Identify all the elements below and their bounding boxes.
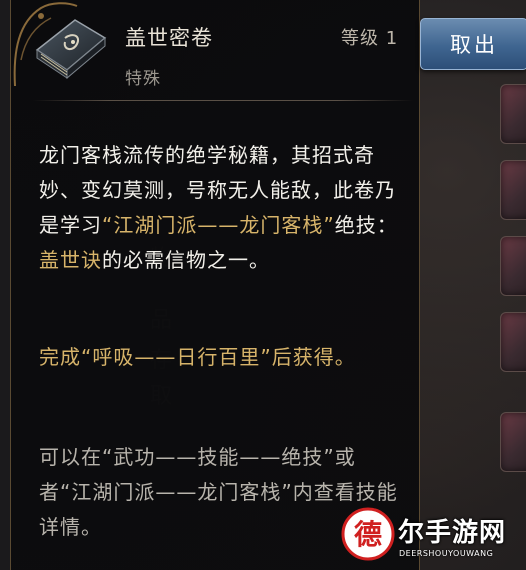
- item-category: 特殊: [125, 69, 161, 89]
- watermark-subtext: DEERSHOUYOUWANG: [399, 549, 494, 558]
- inventory-slot[interactable]: [500, 312, 526, 372]
- desc-highlight-sect: “江湖门派——龙门客栈”: [102, 213, 335, 237]
- item-source: 完成“呼吸——日行百里”后获得。: [39, 345, 356, 369]
- watermark-text: 尔手游网: [398, 518, 507, 548]
- inventory-slot[interactable]: [500, 236, 526, 296]
- inventory-slot[interactable]: [500, 160, 526, 220]
- desc-highlight-skill: 盖世诀: [39, 248, 102, 272]
- desc-text: 绝技：: [334, 213, 398, 237]
- divider: [33, 100, 413, 101]
- item-description: 龙门客栈流传的绝学秘籍，其招式奇妙、变幻莫测，号称无人能敌，此卷乃是学习“江湖门…: [39, 138, 401, 278]
- desc-text: 的必需信物之一。: [102, 248, 270, 272]
- inventory-slot[interactable]: [500, 412, 526, 472]
- take-out-button[interactable]: 取出: [420, 18, 526, 70]
- item-level: 等级 1: [341, 28, 399, 49]
- svg-text:德: 德: [354, 518, 382, 551]
- item-name: 盖世密卷: [125, 26, 213, 50]
- inventory-slot[interactable]: [500, 84, 526, 144]
- book-scroll-icon: [35, 19, 107, 80]
- item-tooltip: 盖世密卷 等级 1 特殊 龙门客栈流传的绝学秘籍，其招式奇妙、变幻莫测，号称无人…: [10, 0, 420, 570]
- watermark-logo: 德: [341, 507, 395, 561]
